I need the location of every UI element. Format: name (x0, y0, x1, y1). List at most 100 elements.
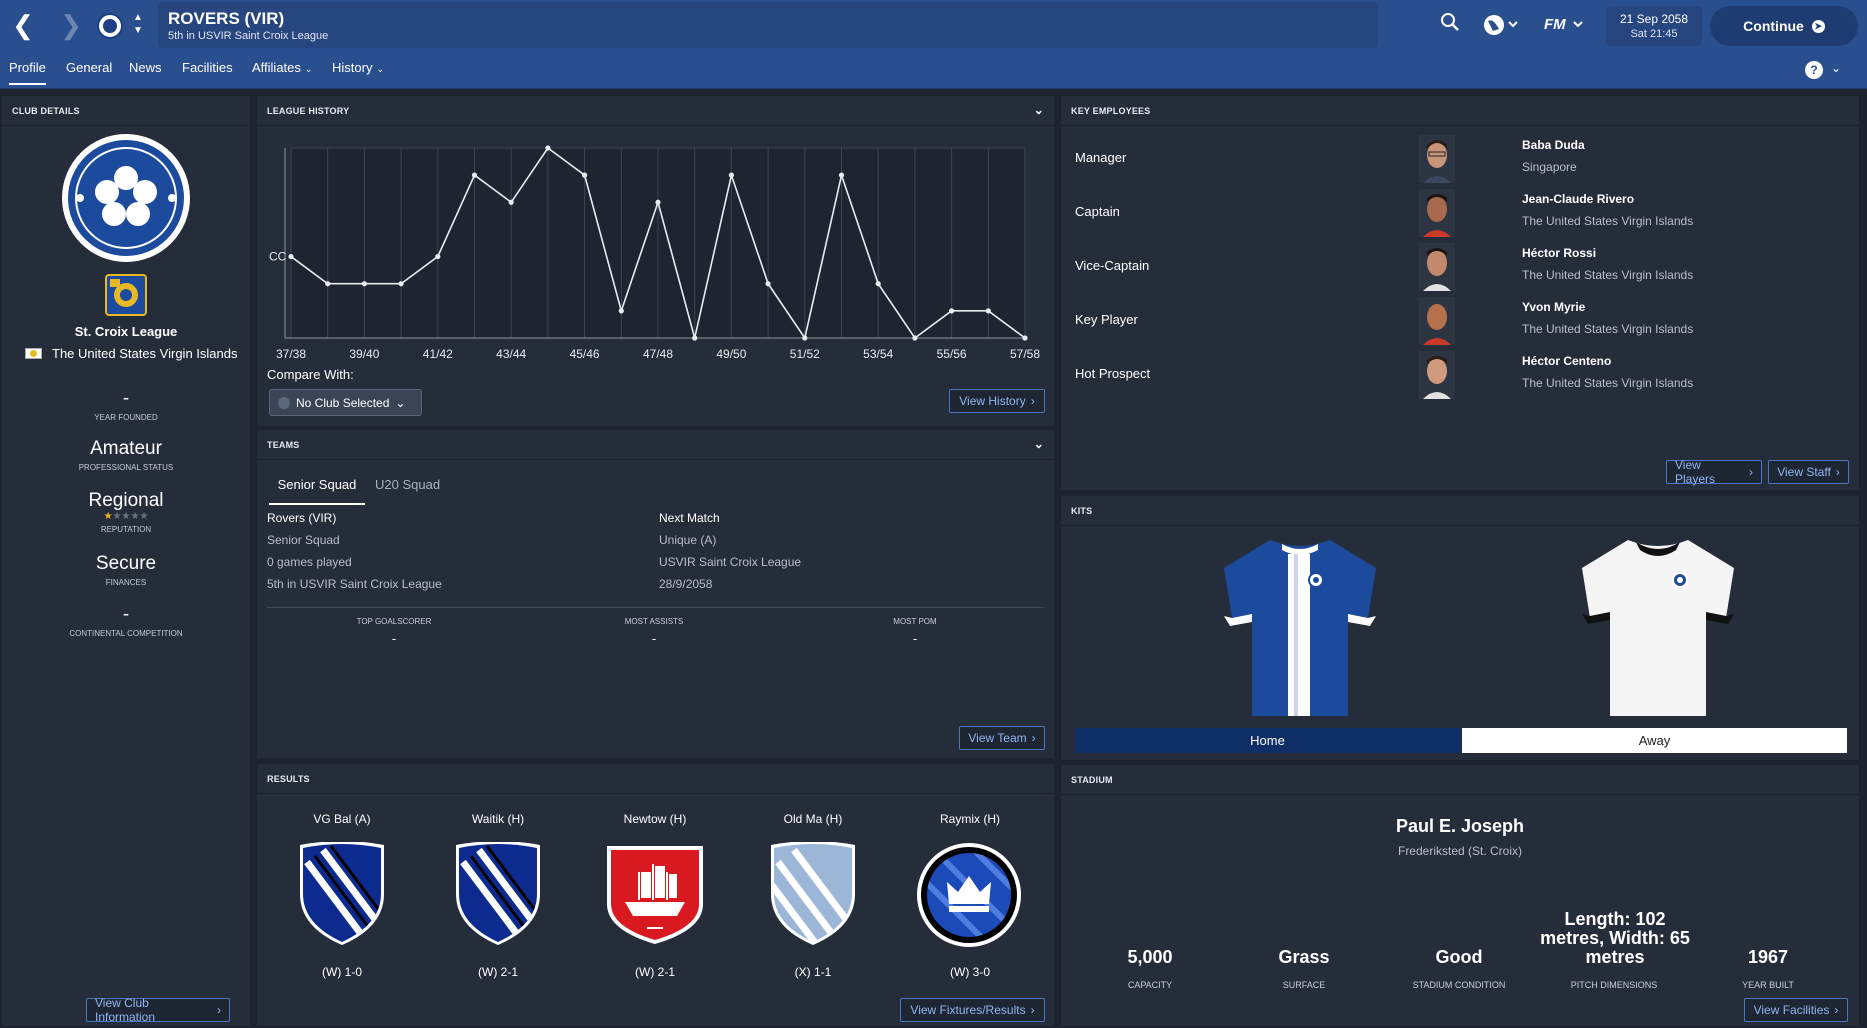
next-competition[interactable]: USVIR Saint Croix League (659, 555, 801, 569)
next-opponent[interactable]: Unique (A) (659, 533, 716, 547)
chart-point (618, 308, 624, 314)
view-club-information-button[interactable]: View Club Information › (86, 996, 230, 1024)
chevron-right-icon: › (1834, 1003, 1839, 1017)
chevron-down-icon[interactable]: ⌄ (1034, 437, 1044, 451)
result-item[interactable]: Old Ma (H) (748, 812, 878, 826)
employee-row[interactable]: Hot Prospect Héctor Centeno The United S… (1070, 348, 1850, 402)
club-crest-icon[interactable] (97, 13, 123, 39)
away-kit-tab[interactable]: Away (1462, 728, 1847, 753)
continue-button[interactable]: Continue ➤ (1710, 6, 1858, 46)
tab-profile[interactable]: Profile (9, 60, 46, 85)
red-ship-shield-icon[interactable] (603, 842, 707, 946)
time-text: Sat 21:45 (1630, 28, 1678, 40)
employee-name[interactable]: Jean-Claude Rivero (1522, 192, 1634, 206)
tab-facilities[interactable]: Facilities (182, 60, 233, 75)
chevron-down-icon[interactable]: ⌄ (1034, 103, 1044, 117)
home-kit-tab[interactable]: Home (1075, 728, 1460, 753)
continental-block: - CONTINENTAL COMPETITION (1, 604, 251, 638)
view-staff-button[interactable]: View Staff › (1768, 460, 1849, 484)
tab-affiliates[interactable]: Affiliates ⌄ (252, 60, 312, 75)
club-subtitle: 5th in USVIR Saint Croix League (168, 30, 329, 42)
tab-general[interactable]: General (66, 60, 112, 75)
nation-name[interactable]: The United States Virgin Islands (52, 346, 237, 361)
view-fixtures-results-button[interactable]: View Fixtures/Results › (900, 998, 1045, 1022)
compare-dropdown[interactable]: No Club Selected ⌄ (269, 389, 422, 416)
view-history-button[interactable]: View History › (949, 389, 1045, 413)
result-item[interactable]: VG Bal (A) (277, 812, 407, 826)
back-icon[interactable]: ❮ (8, 10, 38, 40)
search-icon[interactable] (1440, 12, 1460, 37)
professional-status-label: PROFESSIONAL STATUS (78, 463, 174, 472)
chart-point (471, 172, 478, 178)
league-history-heading-text: LEAGUE HISTORY (267, 106, 350, 116)
blue-stripe-shield-icon[interactable] (453, 842, 543, 946)
top-goalscorer-value: - (391, 631, 397, 646)
tab-news[interactable]: News (129, 60, 162, 75)
most-pom-value: - (912, 631, 918, 646)
employee-nation[interactable]: The United States Virgin Islands (1522, 214, 1693, 228)
view-facilities-button[interactable]: View Facilities › (1744, 998, 1848, 1022)
pitch-dimensions-label: PITCH DIMENSIONS (1570, 980, 1658, 990)
club-switch-arrows-icon[interactable]: ▲ ▼ (131, 11, 145, 41)
employee-name[interactable]: Baba Duda (1522, 138, 1585, 152)
view-players-button[interactable]: View Players › (1666, 458, 1762, 486)
date-display[interactable]: 21 Sep 2058 Sat 21:45 (1606, 6, 1702, 46)
reputation-stars-icon: ★★★★★ (103, 511, 149, 522)
employee-name[interactable]: Héctor Centeno (1522, 354, 1611, 368)
employee-row[interactable]: Vice-Captain Héctor Rossi The United Sta… (1070, 240, 1850, 294)
fm-icon[interactable]: FM (1544, 14, 1590, 41)
key-player-face-icon (1419, 297, 1455, 345)
home-kit-icon[interactable] (1218, 536, 1382, 720)
employee-name[interactable]: Yvon Myrie (1522, 300, 1585, 314)
chart-point (361, 281, 367, 287)
employee-nation[interactable]: The United States Virgin Islands (1522, 322, 1693, 336)
tab-senior-squad[interactable]: Senior Squad (269, 477, 365, 505)
key-employees-heading: KEY EMPLOYEES (1061, 96, 1859, 126)
result-item[interactable]: Waitik (H) (433, 812, 563, 826)
league-name[interactable]: St. Croix League (1, 324, 251, 339)
club-placeholder-icon (278, 396, 290, 409)
chart-point (802, 335, 808, 341)
chevron-down-icon[interactable]: ⌄ (1831, 61, 1841, 75)
employee-nation[interactable]: The United States Virgin Islands (1522, 268, 1693, 282)
stadium-location[interactable]: Frederiksted (St. Croix) (1310, 844, 1610, 858)
continue-arrow-icon: ➤ (1811, 19, 1825, 33)
chevron-right-icon: › (1030, 394, 1035, 408)
employee-row[interactable]: Manager Baba Duda Singapore (1070, 132, 1850, 186)
chevron-right-icon: › (1749, 465, 1753, 479)
crown-roundel-icon[interactable] (916, 842, 1022, 948)
next-date: 28/9/2058 (659, 577, 713, 591)
continue-label: Continue (1743, 18, 1804, 34)
employee-nation[interactable]: Singapore (1522, 160, 1577, 174)
reputation-value: Regional (88, 490, 164, 511)
away-kit-icon[interactable] (1576, 536, 1740, 720)
result-item[interactable]: Newtow (H) (590, 812, 720, 826)
team-name[interactable]: Rovers (VIR) (267, 511, 336, 525)
help-icon[interactable]: ? (1805, 61, 1823, 79)
tab-history[interactable]: History ⌄ (332, 60, 384, 75)
condition-label: STADIUM CONDITION (1412, 980, 1506, 990)
employee-row[interactable]: Key Player Yvon Myrie The United States … (1070, 294, 1850, 348)
tab-u20-squad[interactable]: U20 Squad (375, 477, 440, 492)
nation-flag-icon (25, 348, 42, 359)
employee-row[interactable]: Captain Jean-Claude Rivero The United St… (1070, 186, 1850, 240)
chevron-right-icon: › (1835, 465, 1840, 479)
employee-name[interactable]: Héctor Rossi (1522, 246, 1596, 260)
view-team-button[interactable]: View Team › (959, 726, 1045, 750)
result-item[interactable]: Raymix (H) (905, 812, 1035, 826)
tab-affiliates-label: Affiliates (252, 60, 301, 75)
lightblue-stripe-shield-icon[interactable] (768, 842, 858, 946)
forward-icon[interactable]: ❯ (56, 10, 86, 40)
chart-point (985, 308, 991, 314)
chart-point (1022, 335, 1028, 341)
employee-nation[interactable]: The United States Virgin Islands (1522, 376, 1693, 390)
chart-tick-label: 55/56 (937, 347, 967, 361)
year-founded-block: - YEAR FOUNDED (1, 388, 251, 422)
stadium-heading: STADIUM (1061, 765, 1859, 795)
blue-stripe-shield-icon[interactable] (297, 842, 387, 946)
view-staff-label: View Staff (1777, 465, 1831, 479)
result-score: (W) 2-1 (635, 965, 675, 979)
chart-point (912, 335, 918, 341)
chart-y-label: CC (269, 250, 287, 264)
globe-icon[interactable] (1483, 13, 1523, 42)
